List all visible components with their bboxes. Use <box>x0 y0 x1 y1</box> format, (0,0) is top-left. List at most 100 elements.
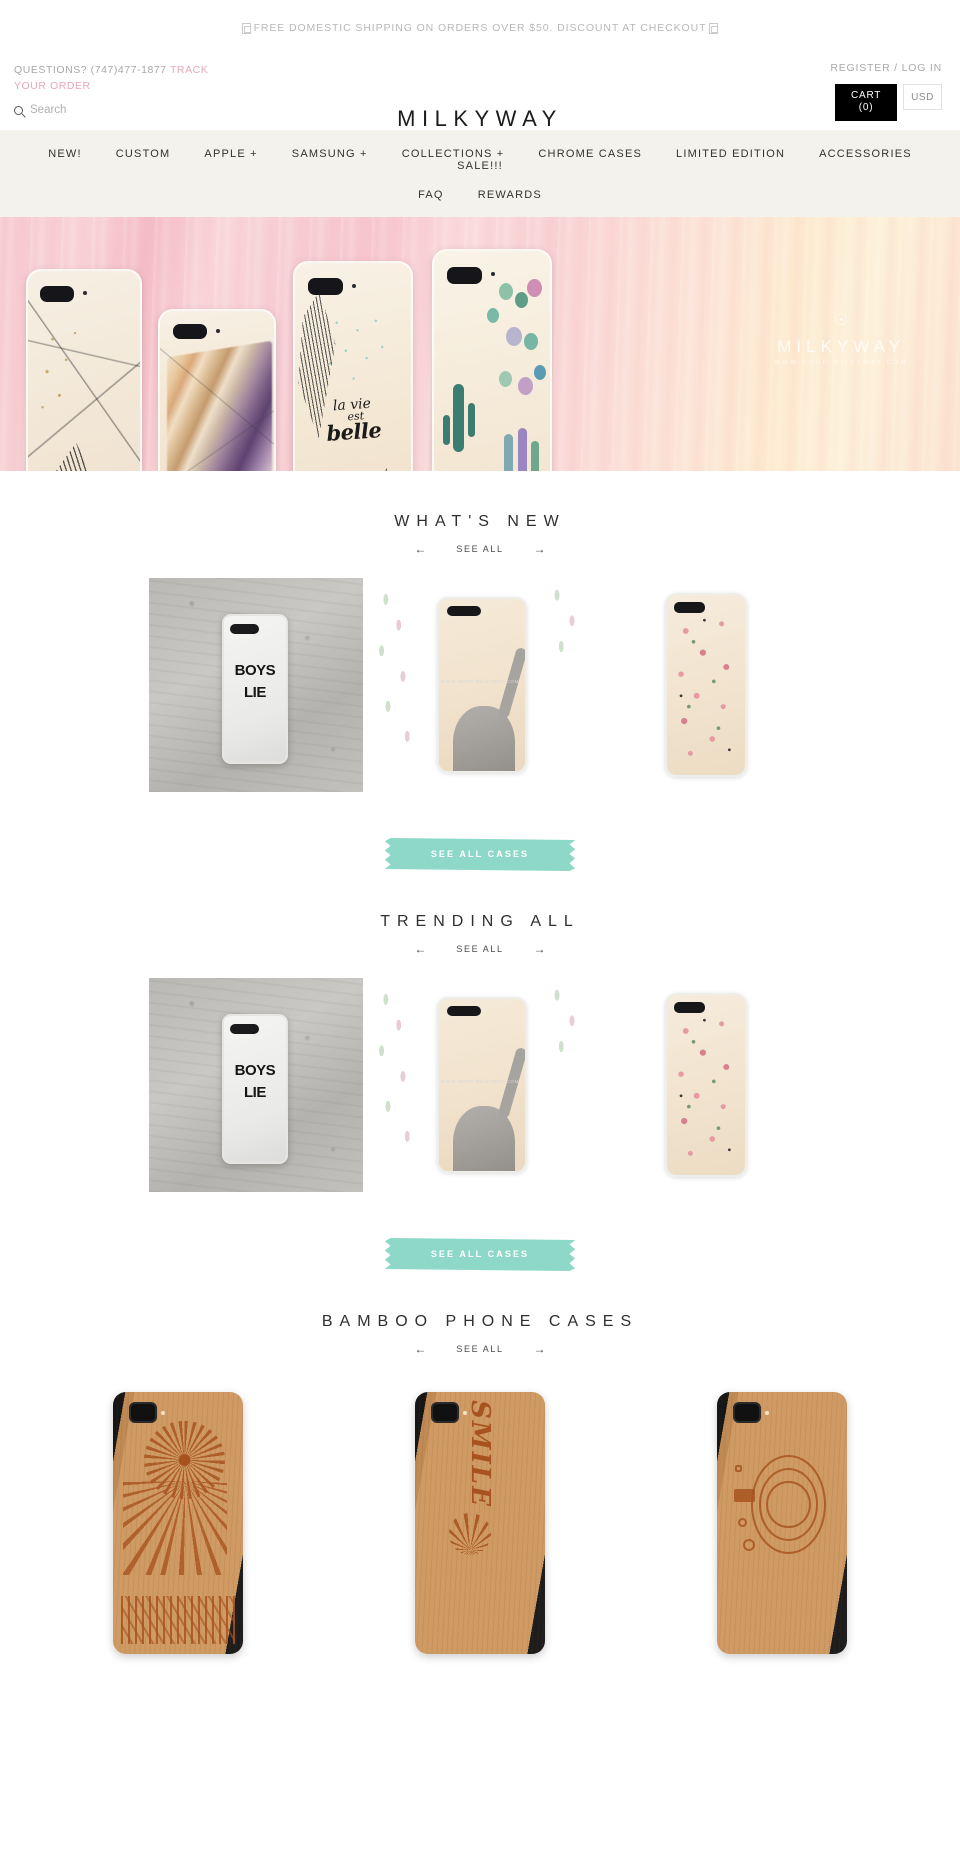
rose-pattern-icon <box>667 994 745 1175</box>
nav-item-custom[interactable]: CUSTOM <box>99 148 188 160</box>
cactus-blob-icon <box>526 279 542 298</box>
cactus-arm-icon <box>467 402 475 437</box>
camera-icon <box>40 285 87 303</box>
phone-case <box>437 597 528 773</box>
product-image <box>113 1392 243 1654</box>
announcement-text: FREE DOMESTIC SHIPPING ON ORDERS OVER $5… <box>253 22 707 34</box>
hero-banner[interactable]: la vie est belle ☉ MILKYWAY WWW.SHOP-MIL… <box>0 217 960 471</box>
section-title: TRENDING ALL <box>380 913 580 930</box>
camera-bar-icon <box>733 1488 755 1503</box>
carousel-prev-arrow-icon[interactable]: ← <box>414 542 426 556</box>
phone-case <box>437 997 528 1173</box>
case-text: BOYS LIE <box>224 1060 286 1104</box>
mandala-sun-icon <box>113 1392 243 1654</box>
product-card-rose-pattern[interactable] <box>597 578 811 792</box>
nav-item-new[interactable]: NEW! <box>31 148 99 160</box>
product-card-elephant-floral[interactable]: WWW.SHOP-MILKYWAY.COM <box>373 978 587 1192</box>
cart-count: (0) <box>858 102 874 113</box>
nav-row-primary: NEW! CUSTOM APPLE + SAMSUNG + COLLECTION… <box>0 148 960 172</box>
hero-phone-cactus <box>432 249 552 471</box>
product-card-bamboo-camera[interactable] <box>675 1392 889 1654</box>
product-image <box>597 978 811 1192</box>
phone-case <box>665 992 747 1177</box>
emoji-box-left-icon <box>241 22 251 34</box>
carousel-next-arrow-icon[interactable]: → <box>534 942 546 956</box>
carousel-prev-arrow-icon[interactable]: ← <box>414 942 426 956</box>
see-all-link[interactable]: SEE ALL <box>456 1344 503 1354</box>
header-right: REGISTER / LOG IN CART (0) USD <box>830 62 942 121</box>
cart-button[interactable]: CART (0) <box>835 84 898 121</box>
cactus-blob-icon <box>487 307 500 323</box>
smile-text: SMILE <box>465 1400 495 1509</box>
product-card-boys-lie[interactable]: BOYS LIE <box>149 978 363 1192</box>
product-card-bamboo-smile[interactable]: SMILE <box>373 1392 587 1654</box>
hero-script-text: la vie est belle <box>295 395 411 445</box>
camera-knob-icon <box>737 1517 747 1527</box>
carousel-next-arrow-icon[interactable]: → <box>534 1342 546 1356</box>
product-image: WWW.SHOP-MILKYWAY.COM <box>373 978 587 1192</box>
questions-label: QUESTIONS? (747)477-1877 <box>14 64 170 76</box>
product-image: WWW.SHOP-MILKYWAY.COM <box>373 578 587 792</box>
lens-ring-icon <box>766 1481 811 1529</box>
camera-icon <box>229 1023 259 1034</box>
see-all-link[interactable]: SEE ALL <box>456 944 503 954</box>
case-text-line2: LIE <box>243 683 266 701</box>
camera-engraving-art <box>717 1392 847 1654</box>
announcement-bar: FREE DOMESTIC SHIPPING ON ORDERS OVER $5… <box>0 0 960 56</box>
site-header: QUESTIONS? (747)477-1877 TRACK YOUR ORDE… <box>0 56 960 132</box>
nav-item-sale[interactable]: SALE!!! <box>440 160 520 172</box>
nav-item-faq[interactable]: FAQ <box>401 189 461 201</box>
product-image: SMILE <box>415 1392 545 1654</box>
cart-label: CART <box>850 90 882 101</box>
site-logo[interactable]: MILKYWAY <box>0 106 960 132</box>
camera-icon <box>446 266 495 285</box>
product-grid: BOYS LIE WWW.SHOP-MILKYWAY.COM <box>0 578 960 792</box>
register-login-link[interactable]: REGISTER / LOG IN <box>830 62 942 74</box>
cactus-icon <box>531 440 540 471</box>
hero-phone-agate <box>158 309 276 471</box>
camera-knob-icon <box>743 1538 755 1551</box>
see-all-cases-button[interactable]: SEE ALL CASES <box>384 1238 576 1271</box>
section-carousel-nav: ← SEE ALL → <box>0 542 960 556</box>
section-carousel-nav: ← SEE ALL → <box>0 1342 960 1356</box>
nav-item-collections[interactable]: COLLECTIONS + <box>385 148 522 160</box>
camera-square-icon <box>735 1465 743 1473</box>
section-title: BAMBOO PHONE CASES <box>321 1313 639 1330</box>
currency-selector[interactable]: USD <box>903 84 942 110</box>
see-all-link[interactable]: SEE ALL <box>456 544 503 554</box>
nav-item-rewards[interactable]: REWARDS <box>461 189 559 201</box>
phone-case: BOYS LIE <box>221 1014 289 1165</box>
product-image <box>597 578 811 792</box>
section-trending-all: TRENDING ALL ← SEE ALL → BOYS LIE WWW.SH… <box>0 871 960 1271</box>
case-text-line2: LIE <box>243 1083 266 1101</box>
main-navigation: NEW! CUSTOM APPLE + SAMSUNG + COLLECTION… <box>0 130 960 217</box>
camera-icon <box>446 606 482 617</box>
cactus-icon <box>452 383 464 452</box>
nav-item-accessories[interactable]: ACCESSORIES <box>802 148 929 160</box>
product-image: BOYS LIE <box>149 578 363 792</box>
rose-pattern-icon <box>667 594 745 775</box>
product-card-elephant-floral[interactable]: WWW.SHOP-MILKYWAY.COM <box>373 578 587 792</box>
see-all-cases-button[interactable]: SEE ALL CASES <box>384 838 576 871</box>
cactus-arm-icon <box>443 415 451 446</box>
nav-item-limited-edition[interactable]: LIMITED EDITION <box>659 148 802 160</box>
hero-watermark-sub: WWW.SHOP-MILKYWAY.COM <box>774 360 908 366</box>
image-watermark: WWW.SHOP-MILKYWAY.COM <box>440 1078 520 1084</box>
planet-icon: ☉ <box>834 312 849 329</box>
cactus-blob-icon <box>517 377 533 396</box>
bamboo-product-grid: SMILE <box>0 1392 960 1654</box>
tribal-band-icon <box>120 1596 236 1644</box>
phone-case: BOYS LIE <box>221 614 289 765</box>
section-whats-new: WHAT'S NEW ← SEE ALL → BOYS LIE WWW.SHOP… <box>0 471 960 871</box>
nav-item-apple[interactable]: APPLE + <box>187 148 274 160</box>
nav-item-chrome-cases[interactable]: CHROME CASES <box>521 148 659 160</box>
section-title: WHAT'S NEW <box>394 513 566 530</box>
carousel-next-arrow-icon[interactable]: → <box>534 542 546 556</box>
cactus-blob-icon <box>498 371 512 388</box>
carousel-prev-arrow-icon[interactable]: ← <box>414 1342 426 1356</box>
product-card-bamboo-mandala[interactable] <box>71 1392 285 1654</box>
product-card-boys-lie[interactable]: BOYS LIE <box>149 578 363 792</box>
product-card-rose-pattern[interactable] <box>597 978 811 1192</box>
nav-item-samsung[interactable]: SAMSUNG + <box>275 148 385 160</box>
camera-icon <box>307 278 356 296</box>
